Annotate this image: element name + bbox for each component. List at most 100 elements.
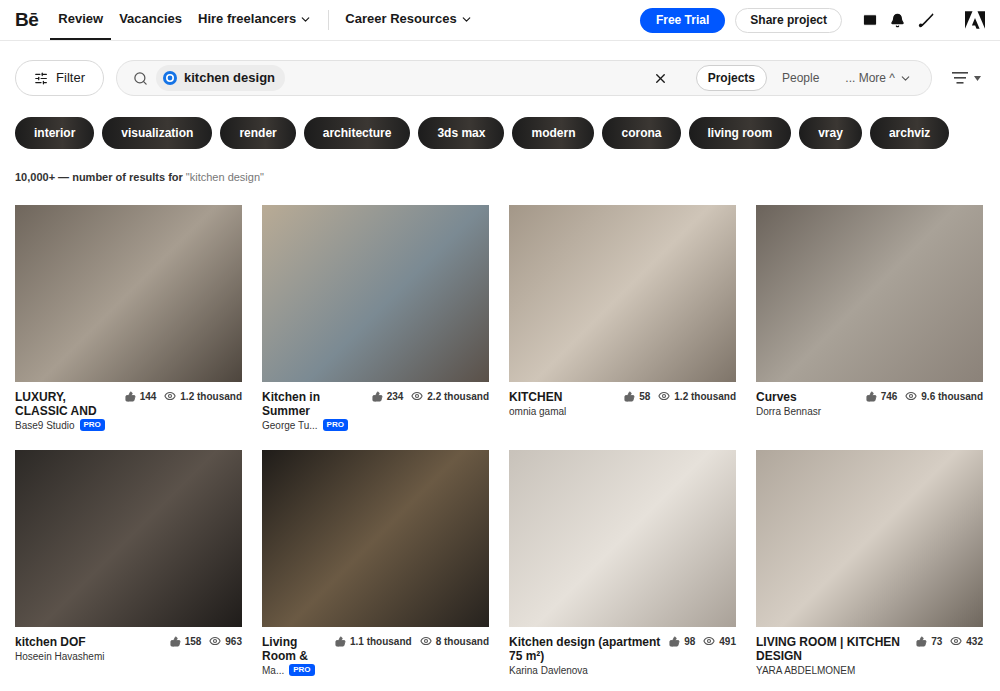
tag-row: interiorvisualizationrender architecture3… — [0, 117, 1000, 149]
eye-icon — [420, 635, 432, 647]
project-title[interactable]: kitchen DOF — [15, 635, 164, 649]
project-cover[interactable] — [509, 450, 736, 627]
project-cover[interactable] — [756, 205, 983, 382]
view-count: 2.2 thousand — [427, 390, 489, 403]
project-info: kitchen DOFHoseein Havashemi158963 — [15, 627, 242, 691]
behance-logo[interactable]: Bē — [15, 6, 38, 35]
tag-pill[interactable]: corona — [602, 117, 680, 149]
eye-icon — [164, 390, 176, 402]
tag-pill[interactable]: archviz — [870, 117, 949, 149]
search-field[interactable]: kitchen design ProjectsPeople... More ^ — [116, 60, 932, 96]
thumbs-up-icon — [866, 391, 877, 402]
project-stats: 581.2 thousand — [624, 390, 736, 403]
project-card[interactable]: Living Room &Ma...PRO 1.1 thousand 8 thous… — [262, 450, 489, 691]
search-row: Filter kitchen design ProjectsPeople... Mo… — [0, 60, 1000, 96]
tag-pill[interactable]: render — [220, 117, 295, 149]
like-count: 98 — [684, 635, 695, 648]
tag-pill[interactable]: architecture — [304, 117, 411, 149]
project-info: LIVING ROOM | KITCHEN DESIGNYARA ABDELMO… — [756, 627, 983, 691]
view-count: 1.2 thousand — [674, 390, 736, 403]
project-cover[interactable] — [756, 450, 983, 627]
search-icon — [133, 71, 148, 86]
nav-item[interactable]: Review — [50, 0, 111, 40]
scope-tab[interactable]: ... More ^ — [834, 65, 923, 91]
project-title[interactable]: KITCHEN — [509, 390, 618, 404]
like-count: 1.1 thousand — [350, 635, 412, 648]
nav-item[interactable]: Hire freelancers — [190, 0, 320, 40]
project-owner[interactable]: Hoseein Havashemi — [15, 650, 164, 663]
adobe-logo-icon[interactable] — [965, 11, 985, 29]
scope-tab[interactable]: People — [771, 65, 830, 91]
chevron-down-icon — [299, 13, 312, 26]
mail-icon[interactable] — [862, 12, 878, 28]
project-card[interactable]: CurvesDorra Bennasr 7469.6 thousand — [756, 205, 983, 450]
project-title[interactable]: Curves — [756, 390, 860, 404]
thumbs-up-icon — [125, 391, 136, 402]
tag-pill[interactable]: 3ds max — [418, 117, 504, 149]
clear-icon[interactable] — [653, 71, 668, 86]
eye-icon — [658, 390, 670, 402]
nav-item[interactable]: Career Resources — [337, 0, 480, 40]
tag-pill[interactable]: visualization — [102, 117, 212, 149]
sliders-icon — [34, 71, 48, 86]
project-title[interactable]: Kitchen in Summer — [262, 390, 366, 418]
project-owner[interactable]: omnia gamal — [509, 405, 618, 418]
project-owner[interactable]: Karina Davlenova — [509, 664, 663, 677]
bell-icon[interactable] — [890, 13, 905, 28]
project-stats: 7469.6 thousand — [866, 390, 983, 403]
tag-pill[interactable]: vray — [799, 117, 862, 149]
creative-cloud-icon[interactable] — [917, 11, 935, 29]
like-count: 73 — [931, 635, 942, 648]
results-count: 10,000+ — number of results for"kitchen … — [0, 169, 1000, 186]
tag-pill[interactable]: living room — [689, 117, 792, 149]
view-count: 491 — [719, 635, 736, 648]
project-cover[interactable] — [15, 450, 242, 627]
project-card[interactable]: LUXURY, CLASSIC ANDBase9 StudioPRO1441.2… — [15, 205, 242, 450]
view-count: 9.6 thousand — [921, 390, 983, 403]
scope-tab[interactable]: Projects — [696, 65, 767, 91]
caret-down-icon — [974, 76, 981, 81]
project-card[interactable]: KITCHENomnia gamal 581.2 thousand — [509, 205, 736, 450]
query-chip[interactable]: kitchen design — [156, 65, 285, 91]
project-owner[interactable]: YARA ABDELMONEM — [756, 664, 910, 677]
project-card[interactable]: Kitchen in SummerGeorge Tu...PRO2342.2 t… — [262, 205, 489, 450]
project-info: Kitchen in SummerGeorge Tu...PRO2342.2 t… — [262, 382, 489, 450]
project-title[interactable]: LUXURY, CLASSIC AND — [15, 390, 119, 418]
share-project-button[interactable]: Share project — [735, 8, 842, 33]
project-cover[interactable] — [15, 205, 242, 382]
project-cover[interactable] — [509, 205, 736, 382]
project-cover[interactable] — [262, 205, 489, 382]
project-card[interactable]: kitchen DOFHoseein Havashemi158963 — [15, 450, 242, 691]
project-title[interactable]: Living Room & — [262, 635, 329, 663]
chevron-down-icon — [899, 72, 912, 85]
eye-icon — [950, 635, 962, 647]
project-cover[interactable] — [262, 450, 489, 627]
project-owner[interactable]: Base9 StudioPRO — [15, 419, 119, 432]
thumbs-up-icon — [335, 636, 346, 647]
top-nav: Bē ReviewVacanciesHire freelancers Career … — [0, 0, 1000, 41]
view-count: 8 thousand — [436, 635, 489, 648]
filter-button[interactable]: Filter — [15, 60, 104, 96]
nav-list: ReviewVacanciesHire freelancers Career Re… — [50, 0, 480, 40]
project-stats: 73 432 — [916, 635, 983, 648]
nav-divider — [328, 10, 329, 30]
project-title[interactable]: Kitchen design (apartment 75 m²) — [509, 635, 663, 663]
project-title[interactable]: LIVING ROOM | KITCHEN DESIGN — [756, 635, 910, 663]
nav-item[interactable]: Vacancies — [111, 0, 190, 40]
free-trial-button[interactable]: Free Trial — [640, 8, 725, 33]
project-card[interactable]: Kitchen design (apartment 75 m²)Karina D… — [509, 450, 736, 691]
project-owner[interactable]: Dorra Bennasr — [756, 405, 860, 418]
pro-badge: PRO — [80, 419, 105, 431]
thumbs-up-icon — [170, 636, 181, 647]
project-info: CurvesDorra Bennasr 7469.6 thousand — [756, 382, 983, 450]
sort-icon — [952, 72, 968, 84]
project-info: KITCHENomnia gamal 581.2 thousand — [509, 382, 736, 450]
sort-button[interactable] — [952, 72, 985, 84]
tag-pill[interactable]: modern — [512, 117, 594, 149]
project-owner[interactable]: Ma...PRO — [262, 664, 329, 677]
project-owner[interactable]: George Tu...PRO — [262, 419, 366, 432]
header-icons — [862, 11, 985, 29]
tag-pill[interactable]: interior — [15, 117, 94, 149]
view-count: 432 — [966, 635, 983, 648]
project-card[interactable]: LIVING ROOM | KITCHEN DESIGNYARA ABDELMO… — [756, 450, 983, 691]
